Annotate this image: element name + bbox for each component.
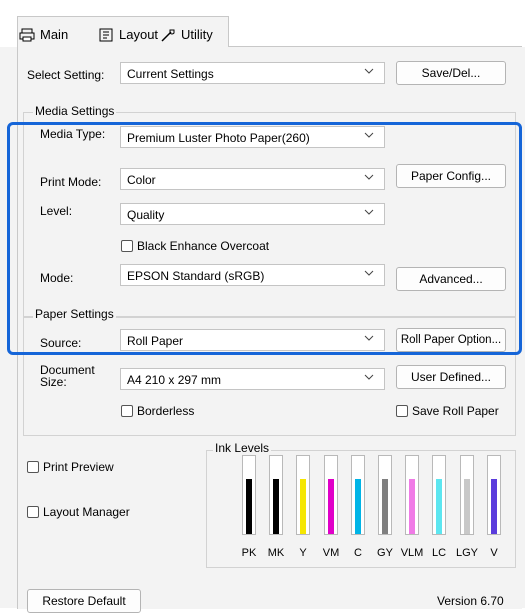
- tab-main[interactable]: Main: [19, 21, 68, 48]
- ink-label-pk: PK: [241, 547, 257, 559]
- tab-main-label: Main: [40, 27, 69, 42]
- ink-bar-pk: [242, 455, 256, 535]
- select-setting-value: Current Settings: [127, 67, 214, 81]
- ink-label-gy: GY: [377, 547, 393, 559]
- ink-bar-lgy: [460, 455, 474, 535]
- mode-combo[interactable]: EPSON Standard (sRGB): [120, 264, 385, 286]
- select-setting-label: Select Setting:: [27, 68, 105, 82]
- document-size-combo[interactable]: A4 210 x 297 mm: [120, 368, 385, 390]
- level-combo[interactable]: Quality: [120, 203, 385, 225]
- document-size-label-line2: Size:: [40, 375, 67, 389]
- ink-fill-v: [491, 479, 497, 534]
- print-preview-label: Print Preview: [43, 460, 114, 474]
- chevron-down-icon: [364, 209, 374, 215]
- ink-bar-v: [487, 455, 501, 535]
- ink-fill-gy: [382, 479, 388, 534]
- source-value: Roll Paper: [127, 334, 184, 348]
- print-preview-checkbox[interactable]: Print Preview: [27, 460, 114, 474]
- print-mode-combo[interactable]: Color: [120, 168, 385, 190]
- ink-bar-lc: [432, 455, 446, 535]
- tab-layout[interactable]: Layout: [98, 21, 158, 48]
- save-del-button[interactable]: Save/Del...: [396, 61, 506, 85]
- ink-bar-mk: [269, 455, 283, 535]
- borderless-label: Borderless: [137, 404, 195, 418]
- roll-paper-option-button[interactable]: Roll Paper Option...: [396, 328, 506, 352]
- ink-bar-y: [296, 455, 310, 535]
- ink-fill-pk: [246, 479, 252, 534]
- chevron-down-icon: [364, 174, 374, 180]
- ink-bar-c: [351, 455, 365, 535]
- checkbox-box: [27, 506, 39, 518]
- checkbox-box: [396, 405, 408, 417]
- black-enhance-overcoat-checkbox[interactable]: Black Enhance Overcoat: [121, 239, 269, 253]
- printer-properties-window: Main Layout Utility Select Setting: Curr…: [0, 0, 525, 613]
- level-label: Level:: [40, 204, 73, 218]
- ink-fill-y: [300, 479, 306, 534]
- checkbox-box: [121, 405, 133, 417]
- tab-layout-label: Layout: [119, 27, 159, 42]
- borderless-checkbox[interactable]: Borderless: [121, 404, 194, 418]
- chevron-down-icon: [364, 374, 374, 380]
- ink-label-lgy: LGY: [455, 547, 479, 559]
- chevron-down-icon: [364, 335, 374, 341]
- user-defined-button[interactable]: User Defined...: [396, 365, 506, 389]
- save-roll-paper-label: Save Roll Paper: [412, 404, 499, 418]
- checkbox-box: [27, 461, 39, 473]
- media-type-value: Premium Luster Photo Paper(260): [127, 131, 310, 145]
- mode-label: Mode:: [40, 271, 74, 285]
- ink-fill-c: [355, 479, 361, 534]
- ink-bar-gy: [378, 455, 392, 535]
- layout-manager-label: Layout Manager: [43, 505, 130, 519]
- ink-label-y: Y: [299, 547, 307, 559]
- media-type-combo[interactable]: Premium Luster Photo Paper(260): [120, 126, 385, 148]
- black-enhance-overcoat-label: Black Enhance Overcoat: [137, 239, 270, 253]
- media-settings-title: Media Settings: [33, 104, 117, 118]
- tab-utility[interactable]: Utility: [160, 21, 213, 48]
- wrench-icon: [161, 29, 175, 42]
- level-value: Quality: [127, 208, 165, 222]
- source-combo[interactable]: Roll Paper: [120, 329, 385, 351]
- ink-label-vm: VM: [322, 547, 340, 559]
- restore-default-button[interactable]: Restore Default: [27, 589, 141, 613]
- ink-label-v: V: [490, 547, 498, 559]
- source-label: Source:: [40, 336, 82, 350]
- ink-fill-mk: [273, 479, 279, 534]
- advanced-button[interactable]: Advanced...: [396, 267, 506, 291]
- media-type-label: Media Type:: [40, 127, 106, 141]
- ink-bar-vlm: [405, 455, 419, 535]
- ink-fill-lc: [436, 479, 442, 534]
- ink-fill-vm: [328, 479, 334, 534]
- ink-fill-lgy: [464, 479, 470, 534]
- chevron-down-icon: [364, 132, 374, 138]
- paper-settings-title: Paper Settings: [33, 307, 116, 321]
- version-label: Version 6.70: [437, 594, 504, 608]
- ink-label-vlm: VLM: [400, 547, 424, 559]
- ink-fill-vlm: [409, 479, 415, 534]
- chevron-down-icon: [364, 68, 374, 74]
- printer-icon: [19, 28, 35, 41]
- ink-label-mk: MK: [267, 547, 285, 559]
- print-mode-label: Print Mode:: [40, 175, 102, 189]
- print-mode-value: Color: [127, 173, 156, 187]
- ink-label-c: C: [354, 547, 362, 559]
- checkbox-box: [121, 240, 133, 252]
- save-roll-paper-checkbox[interactable]: Save Roll Paper: [396, 404, 499, 418]
- layout-icon: [99, 28, 113, 41]
- document-size-value: A4 210 x 297 mm: [127, 373, 222, 387]
- ink-levels-title: Ink Levels: [213, 441, 272, 455]
- select-setting-combo[interactable]: Current Settings: [120, 62, 385, 84]
- ink-label-lc: LC: [431, 547, 447, 559]
- tab-utility-label: Utility: [181, 27, 213, 42]
- mode-value: EPSON Standard (sRGB): [127, 269, 265, 283]
- ink-bar-vm: [324, 455, 338, 535]
- layout-manager-checkbox[interactable]: Layout Manager: [27, 505, 130, 519]
- paper-config-button[interactable]: Paper Config...: [396, 164, 506, 188]
- chevron-down-icon: [364, 270, 374, 276]
- document-size-label: Document Size:: [40, 364, 95, 388]
